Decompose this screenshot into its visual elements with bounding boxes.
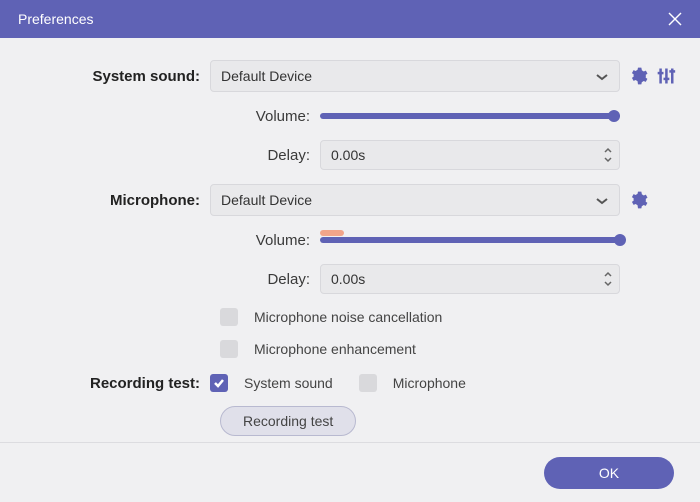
mic-delay-value: 0.00s — [331, 271, 365, 287]
window-title: Preferences — [18, 11, 93, 27]
test-system-sound-checkbox[interactable] — [210, 374, 228, 392]
system-sound-device-value: Default Device — [221, 68, 312, 84]
mic-volume-slider[interactable] — [320, 230, 620, 250]
test-system-sound-label: System sound — [244, 375, 333, 391]
enhancement-label: Microphone enhancement — [254, 341, 416, 357]
microphone-settings-button[interactable] — [628, 190, 648, 210]
mic-delay-up[interactable] — [603, 269, 613, 279]
system-sound-settings-button[interactable] — [628, 66, 648, 86]
mic-delay-input[interactable]: 0.00s — [320, 264, 620, 294]
chevron-down-icon — [595, 68, 609, 84]
close-icon — [667, 11, 683, 27]
gear-icon — [628, 66, 648, 86]
gear-icon — [628, 190, 648, 210]
titlebar: Preferences — [0, 0, 700, 38]
close-button[interactable] — [664, 8, 686, 30]
system-delay-up[interactable] — [603, 145, 613, 155]
chevron-down-icon — [595, 192, 609, 208]
test-microphone-label: Microphone — [393, 375, 466, 391]
footer: OK — [0, 442, 700, 502]
system-volume-label: Volume: — [20, 108, 320, 125]
system-sound-mixer-button[interactable] — [656, 66, 676, 86]
mic-delay-down[interactable] — [603, 279, 613, 289]
test-microphone-checkbox[interactable] — [359, 374, 377, 392]
system-delay-input[interactable]: 0.00s — [320, 140, 620, 170]
enhancement-checkbox[interactable] — [220, 340, 238, 358]
system-delay-label: Delay: — [20, 147, 320, 164]
microphone-device-value: Default Device — [221, 192, 312, 208]
ok-button[interactable]: OK — [544, 457, 674, 489]
mic-volume-label: Volume: — [20, 232, 320, 249]
recording-test-label: Recording test: — [20, 375, 210, 392]
system-delay-value: 0.00s — [331, 147, 365, 163]
content-area: System sound: Default Device Volume: Del… — [0, 38, 700, 436]
system-volume-slider[interactable] — [320, 106, 620, 126]
check-icon — [213, 378, 225, 388]
mic-delay-label: Delay: — [20, 271, 320, 288]
noise-cancel-checkbox[interactable] — [220, 308, 238, 326]
noise-cancel-label: Microphone noise cancellation — [254, 309, 442, 325]
system-sound-device-dropdown[interactable]: Default Device — [210, 60, 620, 92]
system-delay-down[interactable] — [603, 155, 613, 165]
mixer-icon — [656, 66, 676, 86]
recording-test-button[interactable]: Recording test — [220, 406, 356, 436]
system-sound-label: System sound: — [20, 68, 210, 85]
microphone-device-dropdown[interactable]: Default Device — [210, 184, 620, 216]
microphone-label: Microphone: — [20, 192, 210, 209]
